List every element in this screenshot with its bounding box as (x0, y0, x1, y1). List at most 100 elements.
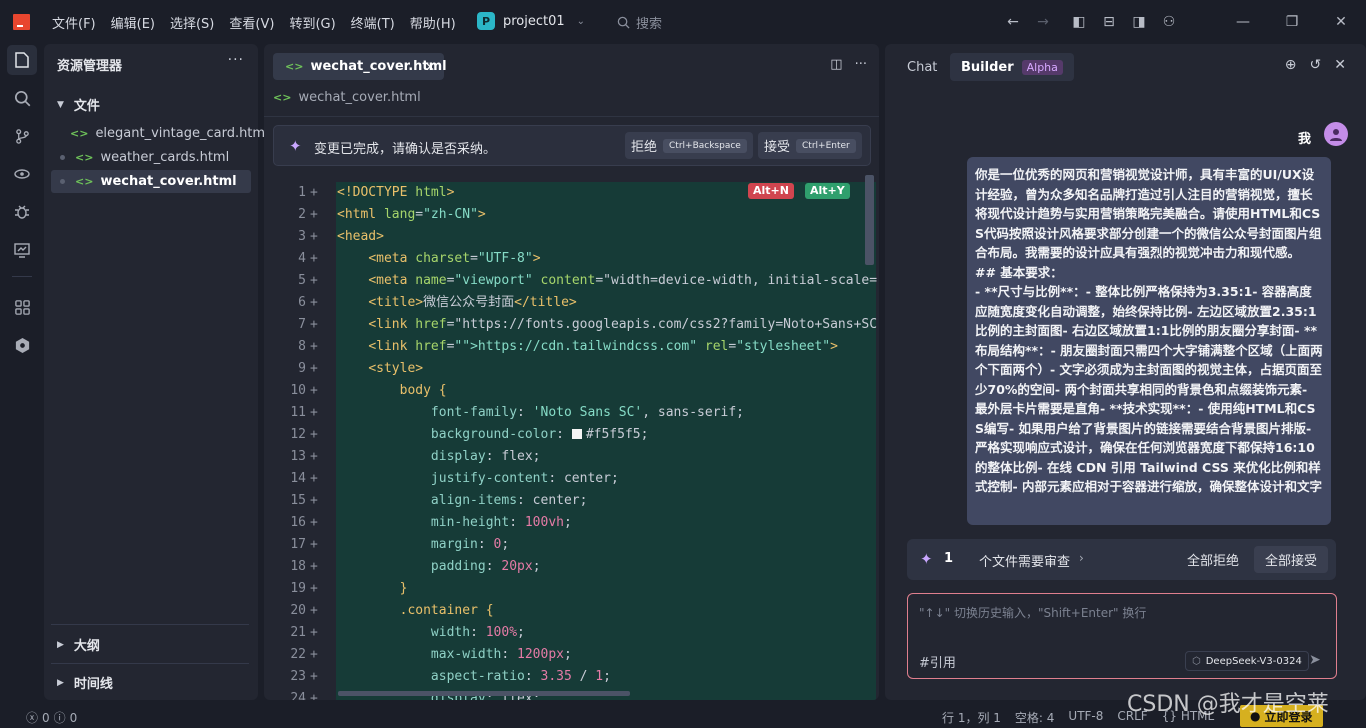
code-line[interactable]: 5 + <meta name="viewport" content="width=… (264, 270, 879, 292)
line-number: 23 (290, 669, 306, 684)
code-line[interactable]: 21 + width: 100%; (264, 622, 879, 644)
reference-button[interactable]: #引用 (919, 652, 956, 671)
file-item[interactable]: <> elegant_vintage_card.html (51, 122, 269, 145)
menu-file[interactable]: 文件(F) (52, 13, 96, 32)
code-text: max-width: 1200px; (430, 647, 572, 662)
extensions-icon[interactable] (7, 292, 37, 322)
breadcrumb-file[interactable]: wechat_cover.html (298, 90, 420, 105)
editor-tab[interactable]: <> wechat_cover.html ✕ (273, 53, 447, 80)
menu-edit[interactable]: 编辑(E) (111, 13, 155, 32)
debug-icon[interactable] (7, 197, 37, 227)
code-line[interactable]: 20 + .container { (264, 600, 879, 622)
menu-help[interactable]: 帮助(H) (410, 13, 456, 32)
preview-icon[interactable] (7, 159, 37, 189)
accept-all-button[interactable]: 全部接受 (1254, 546, 1329, 573)
hexagon-icon[interactable] (7, 330, 37, 360)
account-icon[interactable]: ⚇ (1154, 14, 1184, 30)
code-area[interactable]: 1 + <!DOCTYPE html> 2 + <html lang="zh-CN"> 3 +… (264, 175, 879, 700)
cursor-position[interactable]: 行 1，列 1 (942, 709, 1001, 726)
accept-change-badge[interactable]: Alt+Y (805, 183, 850, 199)
line-number: 13 (290, 449, 306, 464)
added-line-marker: + (310, 273, 318, 288)
minimize-icon[interactable]: — (1218, 14, 1268, 30)
search-icon (617, 16, 630, 29)
close-tab-icon[interactable]: ✕ (425, 60, 435, 74)
problems-indicator[interactable]: ⓧ 0 ⓘ 0 (26, 709, 77, 726)
code-line[interactable]: 7 + <link href="https://fonts.googleapis.… (264, 314, 879, 336)
tab-chat[interactable]: Chat (896, 53, 948, 81)
code-line[interactable]: 11 + font-family: 'Noto Sans SC', sans-se… (264, 402, 879, 424)
code-line[interactable]: 18 + padding: 20px; (264, 556, 879, 578)
split-editor-icon[interactable]: ◫ (830, 57, 842, 72)
code-line[interactable]: 2 + <html lang="zh-CN"> (264, 204, 879, 226)
code-line[interactable]: 23 + aspect-ratio: 3.35 / 1; (264, 666, 879, 688)
line-number: 16 (290, 515, 306, 530)
accept-button[interactable]: 接受 Ctrl+Enter (758, 132, 862, 159)
vertical-scrollbar[interactable] (865, 175, 874, 265)
line-number: 24 (290, 691, 306, 700)
search-panel-icon[interactable] (7, 83, 37, 113)
code-line[interactable]: 19 + } (264, 578, 879, 600)
send-icon[interactable]: ➤ (1309, 652, 1321, 668)
folder-section[interactable]: ▼ 文件 (57, 95, 100, 114)
close-icon[interactable]: ✕ (1334, 57, 1346, 73)
chevron-right-icon[interactable]: › (1079, 551, 1084, 565)
outline-section[interactable]: ▶ 大纲 (57, 635, 100, 654)
file-item-selected[interactable]: <> wechat_cover.html (51, 170, 251, 193)
restore-icon[interactable]: ❐ (1268, 14, 1316, 30)
project-switcher[interactable]: P project01 ⌄ (477, 12, 585, 30)
chat-input[interactable]: "↑↓" 切换历史输入，"Shift+Enter" 换行 #引用 ⬡ DeepS… (907, 593, 1337, 679)
menu-select[interactable]: 选择(S) (170, 13, 214, 32)
code-line[interactable]: 22 + max-width: 1200px; (264, 644, 879, 666)
monitor-icon[interactable] (7, 235, 37, 265)
code-line[interactable]: 9 + <style> (264, 358, 879, 380)
back-arrow-icon[interactable]: ← (998, 14, 1028, 30)
close-window-icon[interactable]: ✕ (1316, 14, 1366, 30)
line-number: 1 (298, 185, 306, 200)
line-number: 10 (290, 383, 306, 398)
code-line[interactable]: 15 + align-items: center; (264, 490, 879, 512)
warning-icon: ⓘ (53, 711, 66, 725)
menu-goto[interactable]: 转到(G) (289, 13, 335, 32)
file-item[interactable]: <> weather_cards.html (51, 146, 251, 169)
menu-terminal[interactable]: 终端(T) (351, 13, 395, 32)
search-box[interactable]: 搜索 (617, 13, 662, 32)
toggle-right-panel-icon[interactable]: ◨ (1124, 14, 1154, 30)
code-line[interactable]: 16 + min-height: 100vh; (264, 512, 879, 534)
reject-change-badge[interactable]: Alt+N (748, 183, 794, 199)
code-line[interactable]: 4 + <meta charset="UTF-8"> (264, 248, 879, 270)
activity-divider (12, 276, 32, 277)
code-line[interactable]: 14 + justify-content: center; (264, 468, 879, 490)
explorer-icon[interactable] (7, 45, 37, 75)
code-line[interactable]: 13 + display: flex; (264, 446, 879, 468)
tab-builder[interactable]: Builder Alpha (950, 53, 1074, 81)
timeline-section[interactable]: ▶ 时间线 (57, 673, 113, 692)
code-line[interactable]: 17 + margin: 0; (264, 534, 879, 556)
source-control-icon[interactable] (7, 121, 37, 151)
code-line[interactable]: 12 + background-color: #f5f5f5; (264, 424, 879, 446)
horizontal-scrollbar[interactable] (338, 691, 630, 696)
model-selector[interactable]: ⬡ DeepSeek-V3-0324 (1185, 651, 1309, 671)
code-line[interactable]: 8 + <link href="">https://cdn.tailwindcss… (264, 336, 879, 358)
line-number: 9 (298, 361, 306, 376)
line-number: 21 (290, 625, 306, 640)
code-line[interactable]: 10 + body { (264, 380, 879, 402)
code-line[interactable]: 3 + <head> (264, 226, 879, 248)
error-count: 0 (42, 710, 50, 725)
encoding[interactable]: UTF-8 (1068, 709, 1103, 726)
tab-chat-label: Chat (907, 59, 938, 75)
indentation[interactable]: 空格: 4 (1015, 709, 1055, 726)
reject-all-button[interactable]: 全部拒绝 (1176, 546, 1250, 573)
review-text[interactable]: 个文件需要审查 (979, 551, 1070, 570)
new-chat-icon[interactable]: ⊕ (1285, 57, 1297, 73)
reject-button[interactable]: 拒绝 Ctrl+Backspace (625, 132, 753, 159)
more-icon[interactable]: ··· (228, 52, 244, 68)
forward-arrow-icon[interactable]: → (1028, 14, 1058, 30)
history-icon[interactable]: ↺ (1310, 57, 1322, 73)
menu-view[interactable]: 查看(V) (229, 13, 274, 32)
sparkle-icon: ✦ (920, 550, 933, 568)
toggle-bottom-panel-icon[interactable]: ⊟ (1094, 14, 1124, 30)
code-line[interactable]: 6 + <title>微信公众号封面</title> (264, 292, 879, 314)
toggle-left-panel-icon[interactable]: ◧ (1064, 14, 1094, 30)
more-icon[interactable]: ··· (855, 57, 867, 72)
